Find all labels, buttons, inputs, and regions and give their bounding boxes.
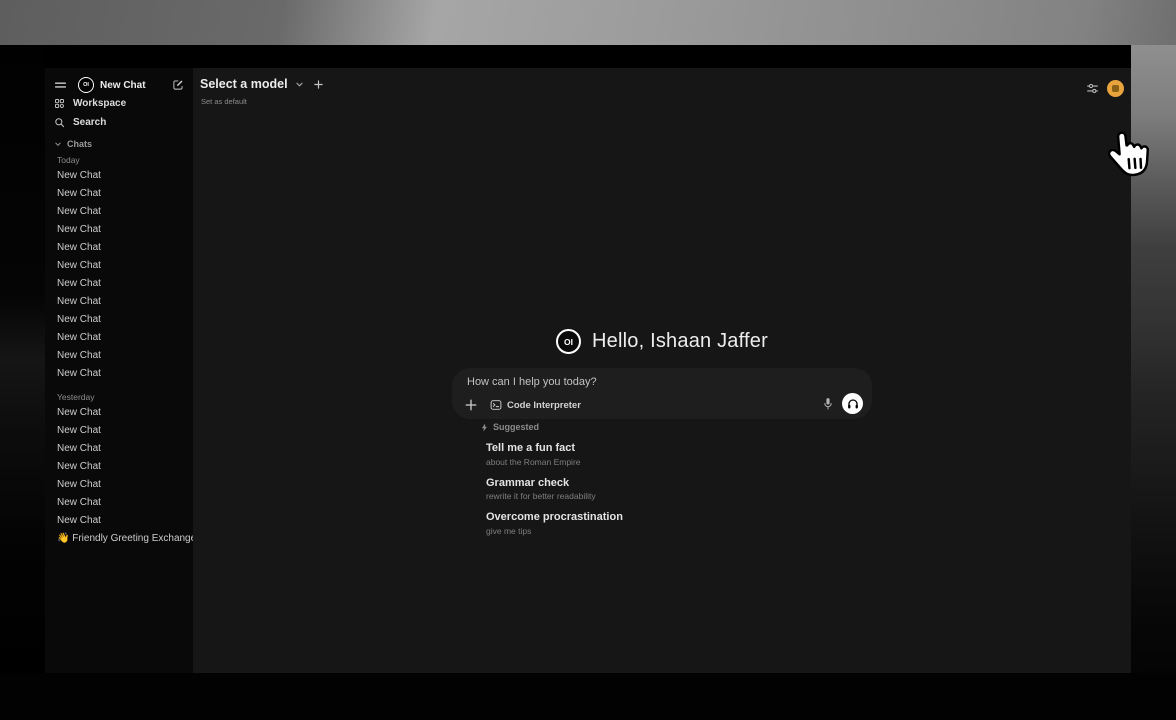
chat-list-item[interactable]: New Chat xyxy=(45,458,193,476)
workspace-label: Workspace xyxy=(73,98,126,109)
suggestion-title: Overcome procrastination xyxy=(486,511,821,523)
main-panel: Select a model Set as default OI Hello, … xyxy=(193,68,1131,673)
settings-sliders-icon[interactable] xyxy=(1086,82,1099,95)
chat-list-item[interactable]: New Chat xyxy=(45,257,193,275)
chat-list-item[interactable]: New Chat xyxy=(45,476,193,494)
set-default-link[interactable]: Set as default xyxy=(201,97,247,106)
new-chat-icon[interactable] xyxy=(172,79,184,91)
terminal-icon xyxy=(490,399,502,411)
suggested-header: Suggested xyxy=(481,422,821,432)
app-window: OI New Chat Workspace Search Chats Today… xyxy=(45,45,1131,673)
prompt-input-box[interactable]: Code Interpreter xyxy=(452,368,872,419)
chats-section-toggle[interactable]: Chats xyxy=(45,135,193,153)
chevron-down-icon xyxy=(54,140,62,148)
chat-section-label: Today xyxy=(45,153,193,167)
code-interpreter-label: Code Interpreter xyxy=(507,400,581,411)
chat-list-item[interactable]: New Chat xyxy=(45,494,193,512)
app-logo-text: OI xyxy=(564,337,573,347)
chat-list-item[interactable]: New Chat xyxy=(45,404,193,422)
sidebar-toggle-icon[interactable] xyxy=(54,79,67,92)
sidebar: OI New Chat Workspace Search Chats Today… xyxy=(45,68,193,673)
suggestion-item[interactable]: Grammar check rewrite it for better reada… xyxy=(481,477,821,502)
add-model-icon[interactable] xyxy=(314,80,323,89)
sidebar-header: OI New Chat xyxy=(45,76,193,94)
chat-list-item[interactable]: New Chat xyxy=(45,185,193,203)
model-selector[interactable]: Select a model xyxy=(200,77,323,91)
suggestion-item[interactable]: Overcome procrastination give me tips xyxy=(481,511,821,536)
suggestion-subtitle: rewrite it for better readability xyxy=(486,491,821,501)
input-right-controls xyxy=(823,393,863,414)
avatar-glyph xyxy=(1112,85,1119,92)
chat-list-item[interactable]: New Chat xyxy=(45,167,193,185)
sidebar-item-workspace[interactable]: Workspace xyxy=(45,94,193,113)
model-selector-label: Select a model xyxy=(200,77,288,91)
input-left-controls: Code Interpreter xyxy=(465,399,581,411)
chevron-down-icon xyxy=(295,80,304,89)
suggestion-title: Grammar check xyxy=(486,477,821,489)
desktop-wallpaper-right xyxy=(1131,45,1176,720)
chat-list-item[interactable]: New Chat xyxy=(45,440,193,458)
search-icon xyxy=(54,117,65,128)
chat-list-item[interactable]: New Chat xyxy=(45,311,193,329)
bolt-icon xyxy=(481,423,488,432)
chat-list-item[interactable]: New Chat xyxy=(45,347,193,365)
code-interpreter-button[interactable]: Code Interpreter xyxy=(490,399,581,411)
app-logo: OI xyxy=(78,77,94,93)
chat-list-item[interactable]: New Chat xyxy=(45,365,193,383)
microphone-icon[interactable] xyxy=(823,397,833,411)
chat-list-item[interactable]: New Chat xyxy=(45,512,193,530)
sidebar-item-search[interactable]: Search xyxy=(45,113,193,132)
chat-history-list: TodayNew ChatNew ChatNew ChatNew ChatNew… xyxy=(45,153,193,548)
chat-list-item[interactable]: New Chat xyxy=(45,239,193,257)
chat-list-item[interactable]: New Chat xyxy=(45,275,193,293)
user-avatar[interactable] xyxy=(1107,80,1124,97)
prompt-input[interactable] xyxy=(467,376,787,388)
suggestion-list: Tell me a fun fact about the Roman Empire… xyxy=(481,442,821,536)
header-actions xyxy=(1086,80,1124,97)
voice-call-button[interactable] xyxy=(842,393,863,414)
chat-list-item[interactable]: 👋 Friendly Greeting Exchange xyxy=(45,530,193,548)
app-logo-text: OI xyxy=(83,82,89,88)
headphones-icon xyxy=(847,398,859,410)
suggestion-item[interactable]: Tell me a fun fact about the Roman Empire xyxy=(481,442,821,467)
desktop-wallpaper-top xyxy=(0,0,1176,45)
suggestion-title: Tell me a fun fact xyxy=(486,442,821,454)
sidebar-title: New Chat xyxy=(100,80,172,91)
greeting-text: Hello, Ishaan Jaffer xyxy=(592,330,768,353)
suggestion-subtitle: give me tips xyxy=(486,526,821,536)
workspace-grid-icon xyxy=(54,98,65,109)
chat-list-item[interactable]: New Chat xyxy=(45,329,193,347)
suggested-label: Suggested xyxy=(493,422,539,432)
chat-list-item[interactable]: New Chat xyxy=(45,293,193,311)
chat-section-label: Yesterday xyxy=(45,390,193,404)
greeting: OI Hello, Ishaan Jaffer xyxy=(193,329,1131,354)
suggestion-subtitle: about the Roman Empire xyxy=(486,457,821,467)
chat-list-item[interactable]: New Chat xyxy=(45,422,193,440)
chat-list-item[interactable]: New Chat xyxy=(45,221,193,239)
search-label: Search xyxy=(73,117,106,128)
chat-list-item[interactable]: New Chat xyxy=(45,203,193,221)
suggested-prompts: Suggested Tell me a fun fact about the Ro… xyxy=(481,422,821,536)
desktop-wallpaper-left xyxy=(0,45,45,673)
attach-plus-icon[interactable] xyxy=(465,399,477,411)
chats-label: Chats xyxy=(67,139,92,149)
app-logo: OI xyxy=(556,329,581,354)
desktop-wallpaper-bottom xyxy=(0,673,1176,720)
